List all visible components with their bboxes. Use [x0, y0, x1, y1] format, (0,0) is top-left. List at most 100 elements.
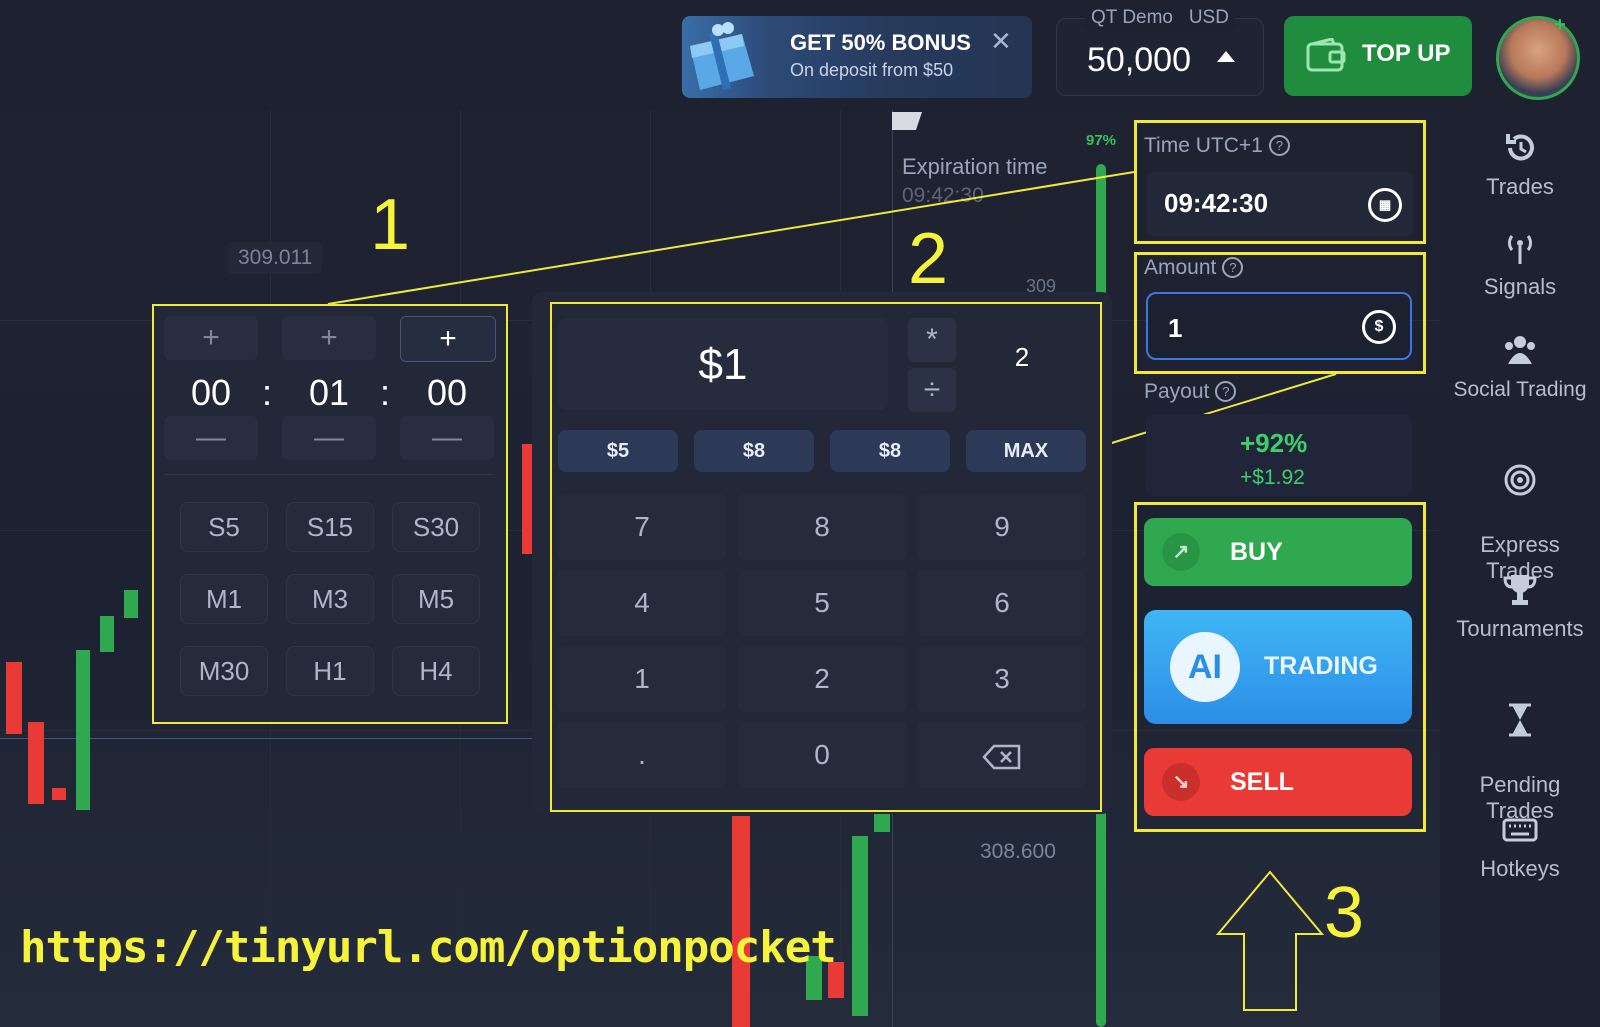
quick-amount-8[interactable]: $8	[830, 430, 950, 472]
key-0[interactable]: 0	[738, 722, 906, 788]
sidebar-item-tournaments[interactable]: Tournaments	[1440, 572, 1600, 642]
history-icon	[1506, 134, 1534, 161]
quick-amount-5[interactable]: $5	[558, 430, 678, 472]
ai-badge: AI	[1170, 632, 1240, 702]
amount-display: $1	[558, 318, 888, 410]
hours-value[interactable]: 00	[164, 372, 258, 414]
sidebar-item-label: Tournaments	[1456, 616, 1584, 641]
key-3[interactable]: 3	[918, 646, 1086, 712]
sidebar-item-label: Hotkeys	[1480, 856, 1560, 881]
dollar-icon[interactable]: $	[1362, 310, 1396, 344]
candle	[6, 662, 22, 734]
candle	[52, 788, 66, 800]
divide-button[interactable]: ÷	[908, 368, 956, 412]
top-header: GET 50% BONUS On deposit from $50 ✕ QT D…	[0, 0, 1600, 111]
expiration-timer-panel: + + + 00 : 01 : 00 — — — S5 S15 S30 M1 M…	[152, 304, 508, 724]
sidebar-item-hotkeys[interactable]: Hotkeys	[1440, 812, 1600, 882]
seconds-plus-button[interactable]: +	[400, 316, 496, 362]
bonus-title: GET 50% BONUS	[790, 30, 971, 55]
hours-plus-button[interactable]: +	[164, 316, 258, 360]
key-5[interactable]: 5	[738, 570, 906, 636]
key-2[interactable]: 2	[738, 646, 906, 712]
multiply-button[interactable]: *	[908, 318, 956, 362]
expiration-time-field[interactable]: 09:42:30 ▦	[1146, 172, 1414, 236]
preset-h1[interactable]: H1	[286, 646, 374, 696]
amount-keypad-panel: $1 * ÷ 2 $5 $8 $8 MAX 7 8 9 4 5 6 1 2 3 …	[550, 302, 1102, 812]
preset-s30[interactable]: S30	[392, 502, 480, 552]
account-selector[interactable]: QT Demo USD 50,000	[1056, 7, 1264, 96]
quick-amount-max[interactable]: MAX	[966, 430, 1086, 472]
sidebar-item-trades[interactable]: Trades	[1440, 130, 1600, 200]
avatar[interactable]	[1496, 16, 1580, 100]
key-6[interactable]: 6	[918, 570, 1086, 636]
caret-up-icon[interactable]	[1217, 51, 1235, 62]
preset-m5[interactable]: M5	[392, 574, 480, 624]
preset-s15[interactable]: S15	[286, 502, 374, 552]
time-separator: :	[380, 372, 391, 413]
arrow-down-right-icon: ↘	[1162, 763, 1200, 801]
sidebar-item-label: Social Trading	[1453, 378, 1587, 401]
percent-indicator: 97%	[1086, 132, 1117, 149]
wallet-icon	[1306, 38, 1346, 72]
ai-trading-button[interactable]: AI TRADING	[1144, 610, 1412, 724]
key-9[interactable]: 9	[918, 494, 1086, 560]
gift-icon	[690, 22, 754, 91]
plus-icon: +	[1554, 14, 1566, 36]
arrow-up-right-icon: ↗	[1162, 533, 1200, 571]
close-icon[interactable]: ✕	[990, 26, 1012, 57]
key-1[interactable]: 1	[558, 646, 726, 712]
amount-input[interactable]	[1166, 312, 1350, 345]
help-icon[interactable]: ?	[1268, 135, 1290, 156]
seconds-value[interactable]: 00	[400, 372, 494, 414]
key-8[interactable]: 8	[738, 494, 906, 560]
price-label: 309.011	[228, 242, 323, 274]
bonus-subtitle: On deposit from $50	[790, 60, 954, 80]
minutes-minus-button[interactable]: —	[282, 416, 376, 460]
minutes-value[interactable]: 01	[282, 372, 376, 414]
people-icon	[1505, 336, 1535, 364]
key-4[interactable]: 4	[558, 570, 726, 636]
annotation-number: 3	[1324, 873, 1365, 953]
account-name: QT Demo USD	[1085, 7, 1235, 29]
help-icon[interactable]: ?	[1222, 257, 1244, 278]
candle	[124, 590, 138, 618]
preset-m3[interactable]: M3	[286, 574, 374, 624]
top-up-button[interactable]: TOP UP	[1284, 16, 1472, 96]
help-icon[interactable]: ?	[1215, 381, 1237, 402]
sell-label: SELL	[1230, 768, 1294, 796]
expiration-label: Expiration time	[902, 154, 1048, 179]
key-7[interactable]: 7	[558, 494, 726, 560]
hourglass-icon	[1509, 703, 1531, 737]
multiplier-value[interactable]: 2	[972, 342, 1072, 373]
candle	[852, 836, 868, 1016]
key-backspace[interactable]	[918, 722, 1086, 788]
candle	[28, 722, 44, 804]
preset-m1[interactable]: M1	[180, 574, 268, 624]
buy-label: BUY	[1230, 538, 1283, 566]
amount-display-value: $1	[698, 340, 748, 389]
minutes-plus-button[interactable]: +	[282, 316, 376, 360]
time-label: Time UTC+1?	[1144, 134, 1290, 158]
payout-amount: +$1.92	[1240, 466, 1305, 489]
sidebar-item-express-trades[interactable]: Express Trades	[1440, 436, 1600, 584]
ai-trading-label: TRADING	[1264, 652, 1378, 680]
account-balance: 50,000	[1087, 41, 1191, 79]
preset-h4[interactable]: H4	[392, 646, 480, 696]
sell-button[interactable]: ↘ SELL	[1144, 748, 1412, 816]
hours-minus-button[interactable]: —	[164, 416, 258, 460]
sidebar-item-signals[interactable]: Signals	[1440, 230, 1600, 300]
preset-s5[interactable]: S5	[180, 502, 268, 552]
quick-amount-8[interactable]: $8	[694, 430, 814, 472]
backspace-icon	[982, 744, 1021, 769]
payout-label: Payout?	[1144, 380, 1237, 404]
buy-button[interactable]: ↗ BUY	[1144, 518, 1412, 586]
seconds-minus-button[interactable]: —	[400, 416, 494, 460]
sidebar-item-social-trading[interactable]: Social Trading	[1440, 332, 1600, 402]
amount-field[interactable]: $	[1146, 292, 1412, 360]
preset-m30[interactable]: M30	[180, 646, 268, 696]
sidebar-item-pending-trades[interactable]: Pending Trades	[1440, 676, 1600, 824]
key-decimal[interactable]: .	[558, 722, 726, 788]
bonus-banner[interactable]: GET 50% BONUS On deposit from $50 ✕	[682, 16, 1032, 98]
calendar-icon[interactable]: ▦	[1368, 188, 1402, 222]
flag-icon	[892, 112, 922, 130]
